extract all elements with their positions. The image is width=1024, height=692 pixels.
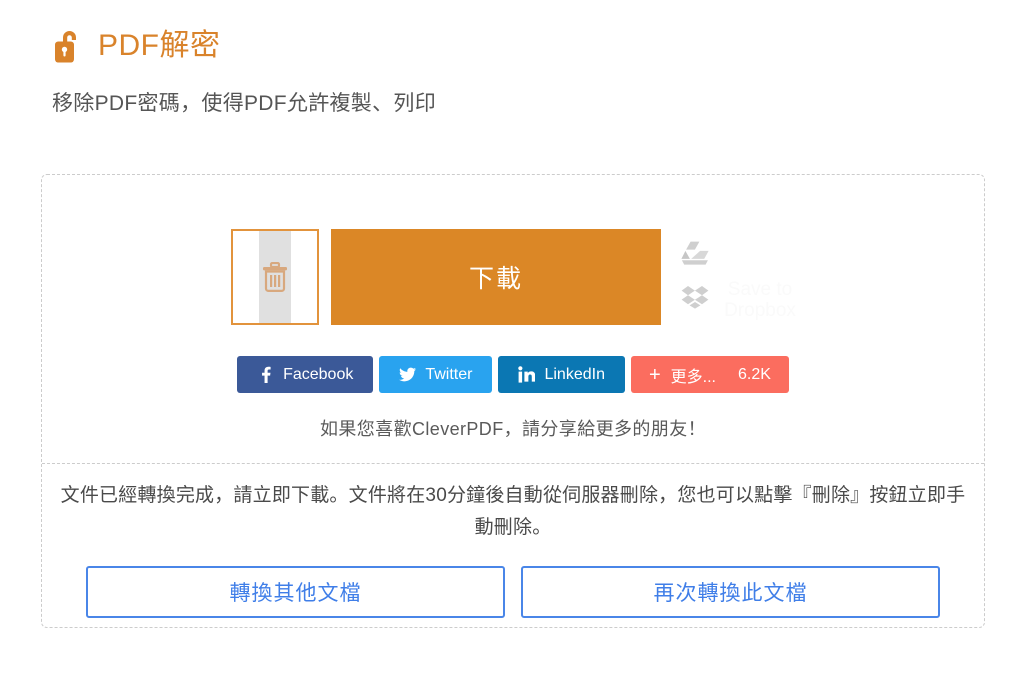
title-row: PDF解密: [52, 26, 1024, 66]
share-linkedin-button[interactable]: LinkedIn: [498, 356, 625, 393]
share-linkedin-label: LinkedIn: [544, 365, 605, 383]
share-facebook-button[interactable]: Facebook: [237, 356, 374, 393]
page-header: PDF解密 移除PDF密碼，使得PDF允許複製、列印: [0, 0, 1024, 117]
delete-file-button[interactable]: [231, 229, 319, 325]
share-more-button[interactable]: + 更多... 6.2K: [630, 356, 789, 393]
convert-other-document-button[interactable]: 轉換其他文檔: [86, 566, 505, 618]
facebook-icon: [257, 366, 274, 383]
dropbox-icon[interactable]: [681, 285, 709, 309]
footer-button-row: 轉換其他文檔 再次轉換此文檔: [42, 566, 984, 618]
dropbox-save-label: Save to Dropbox: [724, 279, 796, 321]
share-button-row: Facebook Twitter LinkedIn + 更多... 6.2K: [42, 356, 984, 393]
share-note: 如果您喜歡CleverPDF，請分享給更多的朋友！: [319, 419, 706, 439]
share-twitter-label: Twitter: [425, 365, 473, 383]
cloud-save-group: Save to Dropbox: [675, 229, 796, 325]
share-twitter-button[interactable]: Twitter: [379, 356, 493, 393]
share-count: 6.2K: [738, 365, 771, 383]
convert-again-button[interactable]: 再次轉換此文檔: [521, 566, 940, 618]
trash-icon: [233, 231, 317, 323]
google-drive-icon[interactable]: [681, 241, 709, 266]
result-panel: 下載 Save to Dropbox Facebook Twitter Link…: [41, 174, 985, 628]
status-message: 文件已經轉換完成，請立即下載。文件將在30分鐘後自動從伺服器刪除，您也可以點擊『…: [60, 485, 966, 538]
share-facebook-label: Facebook: [283, 365, 354, 383]
action-row: 下載 Save to Dropbox: [42, 175, 984, 325]
page-subtitle: 移除PDF密碼，使得PDF允許複製、列印: [52, 92, 436, 115]
twitter-icon: [399, 366, 417, 383]
page-title: PDF解密: [98, 29, 221, 62]
open-padlock-icon: [52, 26, 86, 66]
share-more-label: 更多...: [670, 368, 716, 386]
download-button[interactable]: 下載: [331, 229, 661, 325]
plus-icon: +: [648, 363, 661, 386]
linkedin-icon: [518, 366, 536, 383]
